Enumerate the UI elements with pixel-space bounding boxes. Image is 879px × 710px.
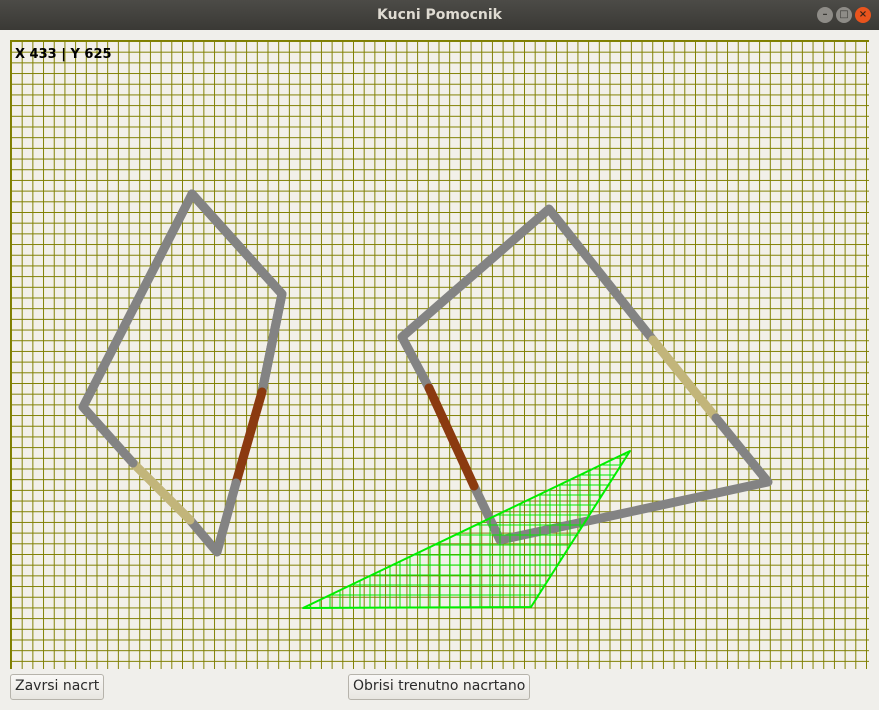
clear-drawing-button[interactable]: Obrisi trenutno nacrtano (348, 674, 531, 700)
finish-drawing-button[interactable]: Zavrsi nacrt (10, 674, 105, 700)
room-2-door (424, 383, 479, 491)
room-2-wall-b (469, 413, 773, 545)
room-1-window (128, 458, 195, 525)
cursor-coordinates: X 433 | Y 625 (15, 47, 112, 62)
room-1-wall-a (187, 189, 287, 397)
room-1-wall-c (78, 189, 197, 468)
room-1-door (231, 387, 267, 488)
room-2-window (648, 335, 721, 423)
room-1-wall-b (185, 478, 241, 557)
floor-plan-drawing (78, 189, 773, 609)
room-2-wall-a (397, 204, 658, 393)
